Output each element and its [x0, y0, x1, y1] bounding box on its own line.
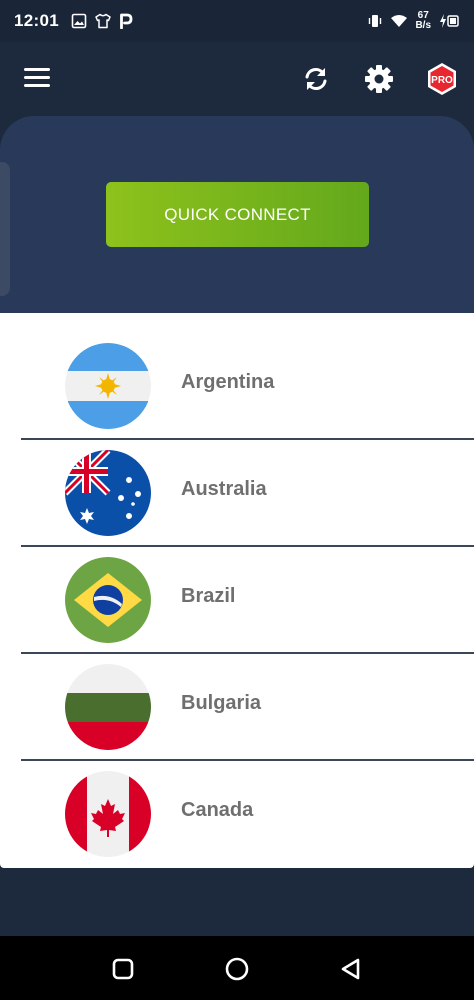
side-drawer-handle[interactable] [0, 162, 10, 296]
battery-charging-icon [440, 14, 459, 28]
status-notification-icons [71, 13, 133, 29]
pro-badge-label: PRO [431, 75, 453, 86]
argentina-flag-icon [65, 343, 151, 429]
country-name: Brazil [181, 585, 236, 607]
canada-flag-icon [65, 771, 151, 857]
country-name: Bulgaria [181, 692, 262, 714]
net-speed-unit: B/s [415, 20, 431, 31]
country-list: Argentina Australia Brazil Bulgaria Cana… [0, 313, 474, 868]
status-bar: 12:01 67 B/s [0, 0, 474, 42]
bulgaria-flag-icon [65, 664, 151, 750]
status-time: 12:01 [14, 11, 59, 30]
refresh-icon[interactable] [301, 64, 331, 94]
country-row-australia[interactable]: Australia [0, 420, 474, 536]
country-row-bulgaria[interactable]: Bulgaria [0, 634, 474, 750]
app-bar: PRO [0, 42, 474, 118]
gear-icon[interactable] [364, 64, 394, 94]
wifi-icon [391, 15, 408, 27]
home-circle-icon[interactable] [224, 956, 250, 982]
vibrate-icon [369, 15, 382, 27]
country-name: Canada [181, 799, 254, 821]
country-row-canada[interactable]: Canada [0, 741, 474, 857]
tshirt-icon [95, 13, 111, 29]
gallery-icon [71, 13, 87, 29]
net-speed: 67 B/s [415, 11, 431, 31]
country-row-brazil[interactable]: Brazil [0, 527, 474, 643]
system-nav-bar [0, 936, 474, 1000]
quick-connect-button[interactable]: QUICK CONNECT [106, 182, 369, 247]
country-name: Argentina [181, 371, 275, 393]
brazil-flag-icon [65, 557, 151, 643]
p-app-icon [120, 13, 133, 29]
recents-square-icon[interactable] [110, 956, 136, 982]
pro-badge-icon[interactable]: PRO [426, 62, 458, 96]
country-name: Australia [181, 478, 267, 500]
hamburger-menu-icon[interactable] [24, 68, 50, 90]
back-triangle-icon[interactable] [338, 956, 364, 982]
status-system-icons: 67 B/s [367, 11, 460, 31]
country-row-argentina[interactable]: Argentina [0, 313, 474, 429]
australia-flag-icon [65, 450, 151, 536]
